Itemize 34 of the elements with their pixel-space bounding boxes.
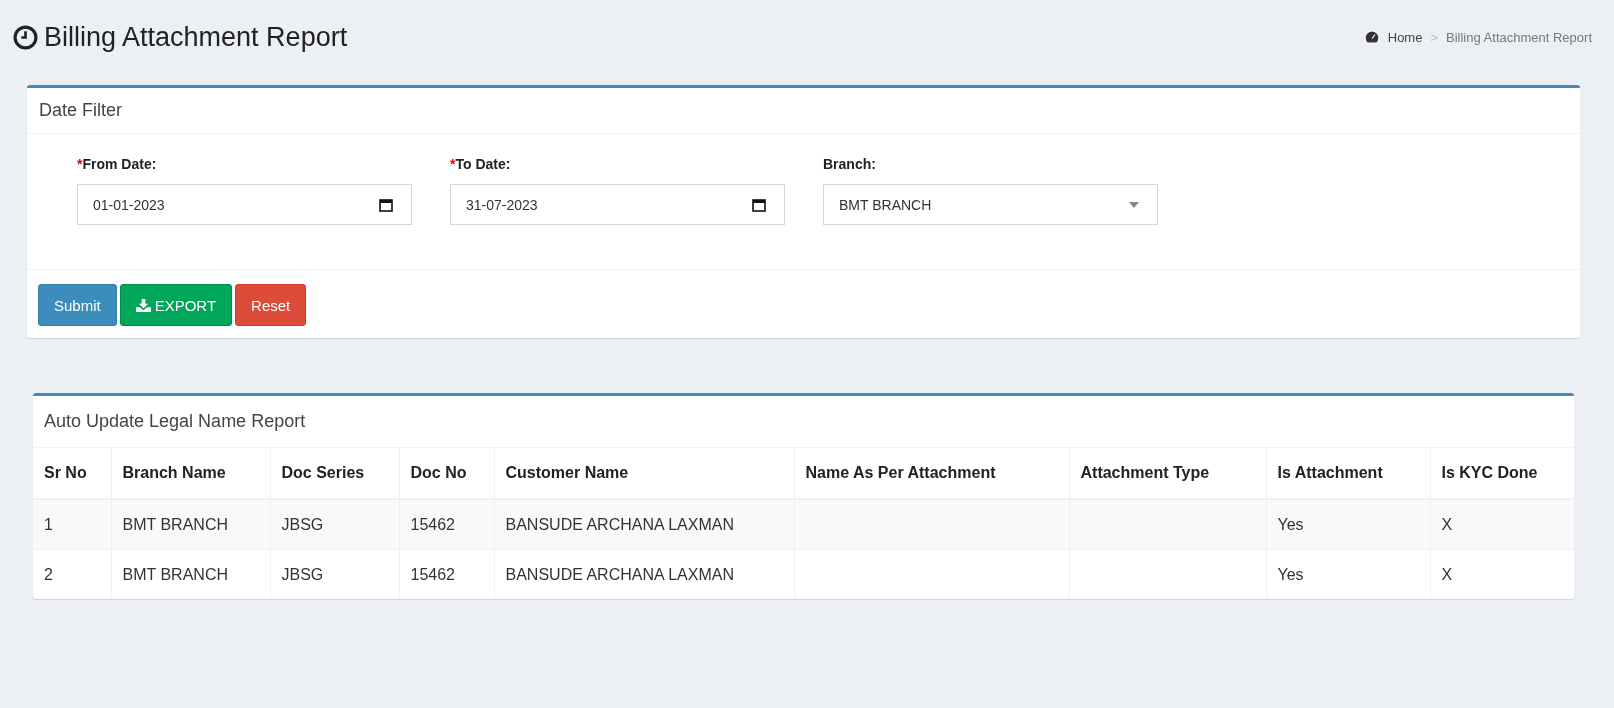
table-cell: JBSG [270,499,399,550]
table-cell: BANSUDE ARCHANA LAXMAN [494,499,794,550]
table-cell: X [1430,499,1574,550]
field-label: *To Date: [450,156,512,172]
table-cell: 2 [33,549,111,599]
table-cell: 15462 [399,549,494,599]
date-field[interactable]: 31-07-2023 [450,184,785,225]
reset-button[interactable]: Reset [235,284,307,326]
table-cell: BANSUDE ARCHANA LAXMAN [494,549,794,599]
table-cell: Yes [1266,549,1430,599]
table-cell: 15462 [399,499,494,550]
dashboard-icon [1363,30,1380,44]
table-cell: BMT BRANCH [111,549,270,599]
page-title: Billing Attachment Report [44,21,348,53]
calendar-icon [752,197,766,212]
panel-title: Date Filter [39,100,123,120]
clock-icon [13,24,38,50]
field-label: Branch: [823,156,877,172]
breadcrumb-current: Billing Attachment Report [1446,29,1592,45]
table-cell: 1 [33,499,111,550]
table-cell: X [1430,549,1574,599]
table-cell: JBSG [270,549,399,599]
submit-button[interactable]: Submit [38,284,117,326]
breadcrumb-separator: > [1430,29,1439,45]
table-cell: Yes [1266,499,1430,550]
branch-select[interactable]: BMT BRANCH [823,184,1158,225]
panel-title: Auto Update Legal Name Report [44,411,306,431]
table-cell: BMT BRANCH [111,499,270,550]
download-icon [135,298,151,312]
calendar-icon [379,197,393,212]
caret-icon [1129,201,1139,208]
field-label: *From Date: [77,156,158,172]
breadcrumb-home-link[interactable]: Home [1363,29,1423,45]
date-field[interactable]: 01-01-2023 [77,184,412,225]
